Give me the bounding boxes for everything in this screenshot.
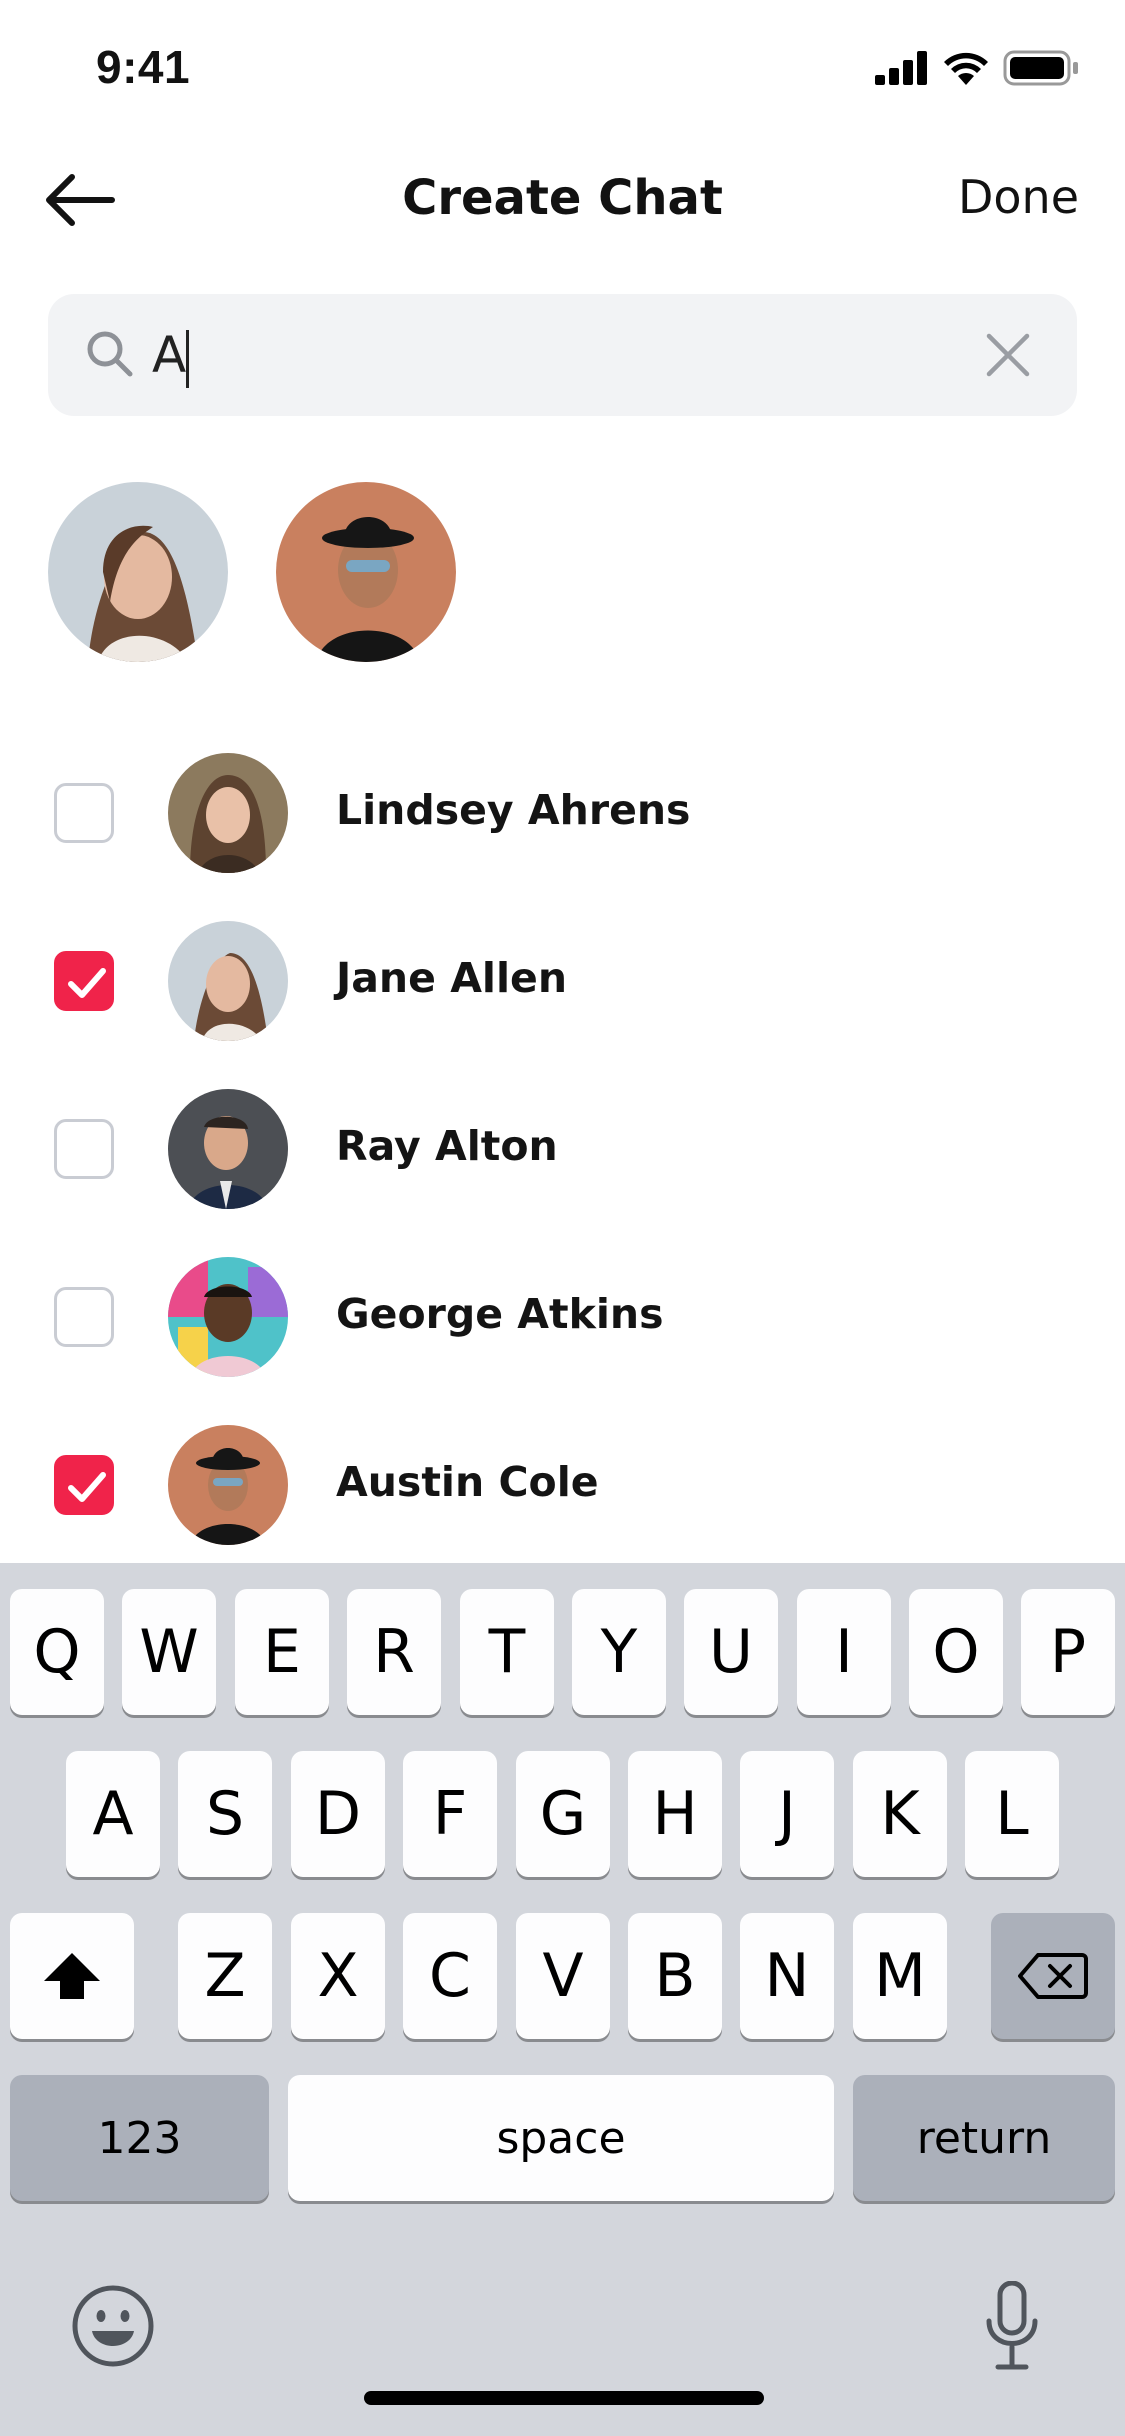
selected-avatar-jane-allen[interactable] [48,482,228,662]
key-r[interactable]: R [347,1589,441,1715]
checkbox[interactable] [54,951,114,1011]
return-key[interactable]: return [853,2075,1115,2201]
status-time: 9:41 [96,41,191,93]
search-bar [48,294,1077,416]
nav-bar: Create Chat Done [0,150,1125,260]
key-v[interactable]: V [516,1913,610,2039]
list-item[interactable]: Lindsey Ahrens [0,728,1125,896]
list-item[interactable]: Ray Alton [0,1064,1125,1232]
wifi-icon [944,52,988,85]
key-j[interactable]: J [740,1751,834,1877]
selected-contacts [48,482,456,664]
key-f[interactable]: F [403,1751,497,1877]
key-m[interactable]: M [853,1913,947,2039]
status-bar: 9:41 [0,0,1125,132]
checkmark-icon [68,968,106,998]
backspace-icon [1018,1953,1088,1999]
checkbox[interactable] [54,1119,114,1179]
key-e[interactable]: E [235,1589,329,1715]
key-g[interactable]: G [516,1751,610,1877]
contact-list: Lindsey Ahrens Jane Allen Ray Alton Geor… [0,728,1125,1568]
contact-name: Ray Alton [336,1122,558,1170]
key-x[interactable]: X [291,1913,385,2039]
key-a[interactable]: A [66,1751,160,1877]
avatar [168,753,288,873]
status-icons [875,50,1079,86]
search-input[interactable] [152,314,952,396]
checkbox[interactable] [54,783,114,843]
shift-key[interactable] [10,1913,134,2039]
key-b[interactable]: B [628,1913,722,2039]
page-title: Create Chat [402,170,723,226]
checkbox[interactable] [54,1455,114,1515]
key-q[interactable]: Q [10,1589,104,1715]
microphone-icon[interactable] [984,2281,1040,2371]
backspace-key[interactable] [991,1913,1115,2039]
emoji-icon[interactable] [70,2283,156,2369]
key-k[interactable]: K [853,1751,947,1877]
space-key[interactable]: space [288,2075,834,2201]
key-z[interactable]: Z [178,1913,272,2039]
contact-name: George Atkins [336,1290,664,1338]
contact-name: Jane Allen [336,954,568,1002]
key-h[interactable]: H [628,1751,722,1877]
numbers-key[interactable]: 123 [10,2075,269,2201]
avatar [168,1425,288,1545]
list-item[interactable]: George Atkins [0,1232,1125,1400]
list-item[interactable]: Austin Cole [0,1400,1125,1568]
key-l[interactable]: L [965,1751,1059,1877]
search-icon [87,331,133,377]
avatar [168,1257,288,1377]
key-d[interactable]: D [291,1751,385,1877]
key-u[interactable]: U [684,1589,778,1715]
key-c[interactable]: C [403,1913,497,2039]
avatar [168,921,288,1041]
home-indicator [364,2391,764,2405]
selected-avatar-austin-cole[interactable] [276,482,456,662]
keyboard: Q W E R T Y U I O P A S D F G H J K L Z … [0,1563,1125,2436]
key-t[interactable]: T [460,1589,554,1715]
key-y[interactable]: Y [572,1589,666,1715]
contact-name: Austin Cole [336,1458,599,1506]
key-p[interactable]: P [1021,1589,1115,1715]
key-n[interactable]: N [740,1913,834,2039]
done-button[interactable]: Done [958,170,1079,224]
text-caret [186,330,189,388]
key-w[interactable]: W [122,1589,216,1715]
key-o[interactable]: O [909,1589,1003,1715]
list-item[interactable]: Jane Allen [0,896,1125,1064]
battery-icon [1003,50,1078,86]
clear-icon[interactable] [983,330,1033,380]
cellular-signal-icon [875,51,927,85]
checkmark-icon [68,1472,106,1502]
avatar [168,1089,288,1209]
key-s[interactable]: S [178,1751,272,1877]
avatar [276,482,456,662]
shift-icon [44,1953,100,1999]
key-i[interactable]: I [797,1589,891,1715]
checkbox[interactable] [54,1287,114,1347]
avatar [48,482,228,662]
contact-name: Lindsey Ahrens [336,786,691,834]
